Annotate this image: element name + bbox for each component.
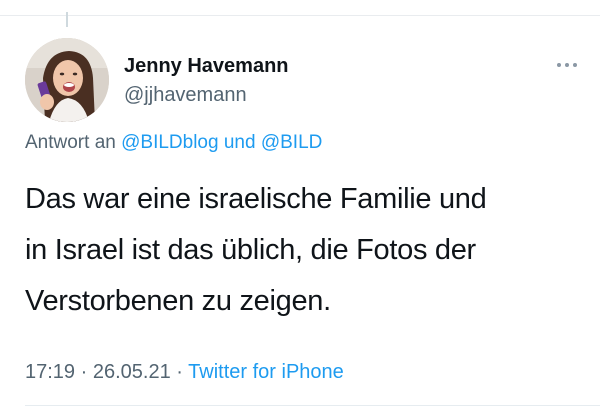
thread-connector-line xyxy=(66,12,68,27)
reply-joiner: und xyxy=(223,132,256,153)
tweet-text-line: Verstorbenen zu zeigen. xyxy=(25,285,331,317)
tweet-source-link[interactable]: Twitter for iPhone xyxy=(188,361,344,383)
tweet-text: Das war eine israelische Familie und in … xyxy=(25,174,585,327)
tweet-date[interactable]: 26.05.21 xyxy=(93,361,171,383)
tweet-text-line: in Israel ist das üblich, die Fotos der xyxy=(25,234,476,266)
avatar[interactable] xyxy=(25,38,109,122)
mention-link-bild[interactable]: @BILD xyxy=(261,132,323,153)
mention-link-bildblog[interactable]: @BILDblog xyxy=(121,132,218,153)
tweet-metadata: 17:19 · 26.05.21 · Twitter for iPhone xyxy=(25,361,344,384)
tweet-text-line: Das war eine israelische Familie und xyxy=(25,183,487,215)
avatar-image xyxy=(25,38,109,122)
reply-prefix: Antwort an xyxy=(25,132,116,153)
reply-context: Antwort an @BILDblog und @BILD xyxy=(25,132,322,154)
author-name[interactable]: Jenny Havemann xyxy=(124,55,289,78)
top-divider xyxy=(0,15,600,16)
author-handle[interactable]: @jjhavemann xyxy=(124,84,247,107)
bottom-divider xyxy=(25,405,600,406)
more-options-button[interactable] xyxy=(551,55,583,75)
meta-separator: · xyxy=(176,361,183,383)
more-horizontal-icon xyxy=(555,63,579,67)
meta-separator: · xyxy=(80,361,88,383)
tweet-time[interactable]: 17:19 xyxy=(25,361,75,383)
